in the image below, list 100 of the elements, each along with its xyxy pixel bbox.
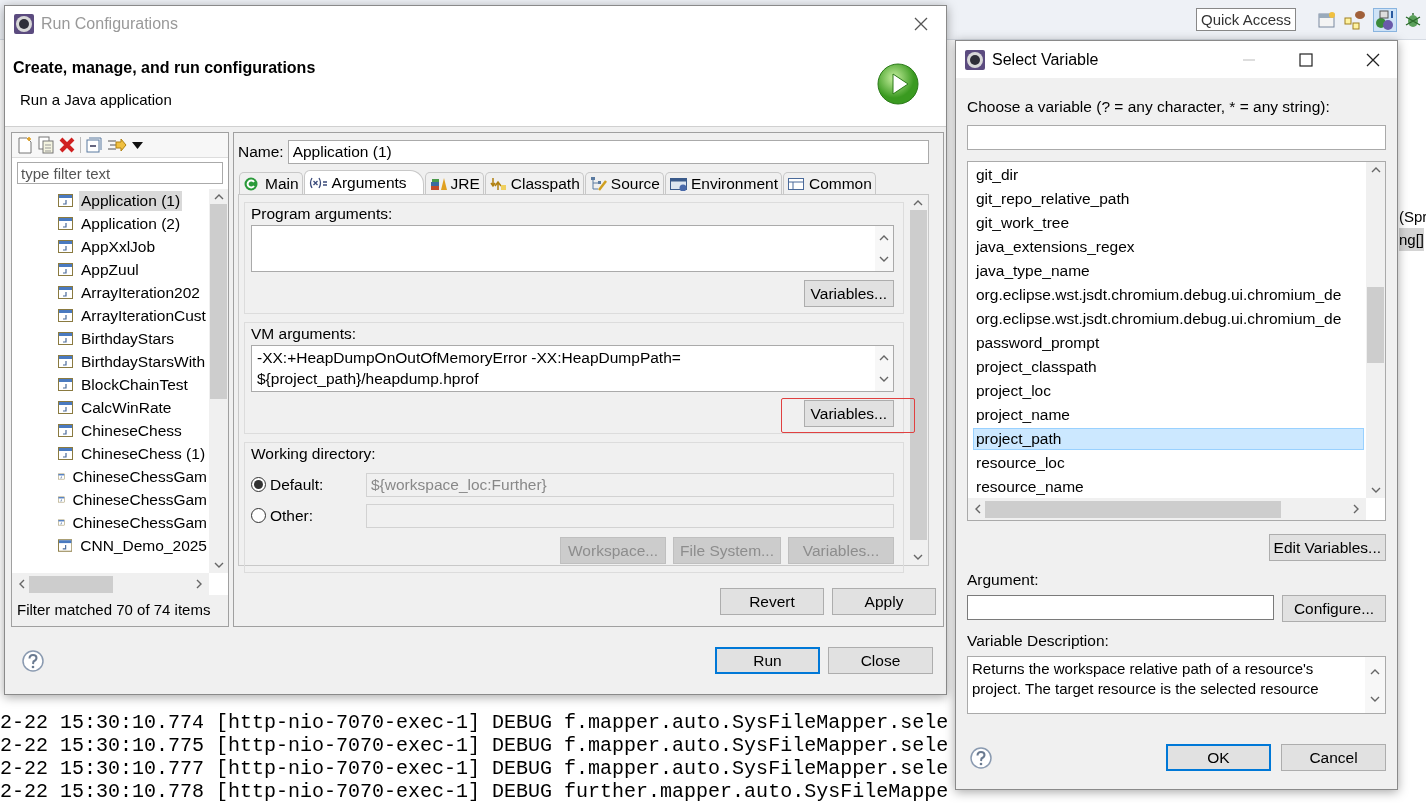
scroll-up-icon xyxy=(1370,667,1380,675)
argument-field[interactable] xyxy=(967,595,1274,620)
tree-item[interactable]: ChineseChessGam xyxy=(70,489,209,510)
scroll-thumb[interactable] xyxy=(1367,287,1384,363)
list-item[interactable]: git_work_tree xyxy=(973,212,1364,234)
console-line: 2-22 15:30:10.778 [http-nio-7070-exec-1] DEBUG further.mapper.auto.SysFileMappe xyxy=(0,780,949,803)
list-item[interactable]: password_prompt xyxy=(973,332,1364,354)
application-icon xyxy=(58,217,73,230)
list-item[interactable]: resource_name xyxy=(973,476,1364,498)
console-line: 2-22 15:30:10.775 [http-nio-7070-exec-1] DEBUG f.mapper.auto.SysFileMapper.sele xyxy=(0,734,949,757)
caret-icon[interactable] xyxy=(132,141,143,149)
list-item[interactable]: git_dir xyxy=(973,164,1364,186)
tab[interactable]: Environment xyxy=(664,172,782,194)
scroll-down-icon xyxy=(879,376,889,384)
list-item[interactable]: java_type_name xyxy=(973,260,1364,282)
dialog-button[interactable]: Run xyxy=(715,647,820,674)
delete-icon[interactable] xyxy=(59,137,75,153)
scroll-right-icon xyxy=(196,579,203,589)
configure-button[interactable]: Configure... xyxy=(1282,595,1386,622)
scroll-thumb[interactable] xyxy=(909,210,927,540)
list-item[interactable]: project_name xyxy=(973,404,1364,426)
list-item[interactable]: project_classpath xyxy=(973,356,1364,378)
scroll-thumb[interactable] xyxy=(29,575,113,593)
scroll-left-icon xyxy=(974,504,981,514)
tree-item[interactable]: BlockChainTest xyxy=(79,374,190,395)
tree-item[interactable]: AppZuul xyxy=(79,259,141,280)
new-file-icon[interactable] xyxy=(17,136,33,154)
bug-icon[interactable] xyxy=(1404,10,1422,29)
scrollbar[interactable] xyxy=(12,573,209,595)
close-icon[interactable] xyxy=(914,16,928,31)
collapse-icon[interactable] xyxy=(86,137,102,153)
table-icon xyxy=(787,176,805,191)
tree-item[interactable]: Application (2) xyxy=(79,213,183,234)
action-button[interactable]: Revert xyxy=(720,588,824,615)
dialog-button[interactable]: Close xyxy=(828,647,933,674)
tree-item[interactable]: ChineseChessGam xyxy=(70,512,209,533)
tree-item[interactable]: CalcWinRate xyxy=(79,397,174,418)
application-icon xyxy=(58,470,65,483)
tree-item[interactable]: ArrayIterationCust xyxy=(79,305,208,326)
gear-icon xyxy=(14,13,34,34)
scrollbar[interactable] xyxy=(968,498,1366,520)
variables-button[interactable]: Variables... xyxy=(803,400,894,427)
variable-filter-field[interactable] xyxy=(967,125,1386,150)
console-line: 2-22 15:30:10.774 [http-nio-7070-exec-1] DEBUG f.mapper.auto.SysFileMapper.sele xyxy=(0,711,949,734)
tree-item[interactable]: ChineseChessGam xyxy=(70,466,209,487)
tab[interactable]: Main xyxy=(239,172,303,194)
hierarchy-icon[interactable] xyxy=(1344,9,1366,30)
tab[interactable]: Arguments xyxy=(303,170,424,194)
tree-item[interactable]: AppXxlJob xyxy=(79,236,158,257)
application-icon xyxy=(58,401,73,414)
scrollbar[interactable] xyxy=(1366,162,1385,498)
tree-item[interactable]: ChineseChess xyxy=(79,420,184,441)
filter-field[interactable]: type filter text xyxy=(17,162,223,184)
application-icon xyxy=(58,539,73,552)
tree-item[interactable]: CNN_Demo_2025 xyxy=(78,535,209,556)
text-area[interactable] xyxy=(251,225,894,272)
dialog-button[interactable]: Cancel xyxy=(1281,744,1386,771)
scroll-thumb[interactable] xyxy=(985,500,1281,518)
tab[interactable]: Source xyxy=(584,172,664,194)
prompt-label: Choose a variable (? = any character, * = any string): xyxy=(967,98,1330,116)
variables-button[interactable]: Variables... xyxy=(803,280,894,307)
list-item[interactable]: java_extensions_regex xyxy=(973,236,1364,258)
dialog-button[interactable]: OK xyxy=(1166,744,1271,771)
play-icon xyxy=(877,62,919,105)
radio-button[interactable] xyxy=(251,477,266,492)
text-area[interactable]: -XX:+HeapDumpOnOutOfMemoryError -XX:HeapDumpPath= ${project_path}/heapdump.hprof xyxy=(251,345,894,392)
filter-icon[interactable] xyxy=(107,136,127,154)
tree-item[interactable]: BirthdayStars xyxy=(79,328,177,349)
tree-item[interactable]: ArrayIteration202 xyxy=(79,282,202,303)
scroll-thumb[interactable] xyxy=(210,204,227,399)
scrollbar[interactable] xyxy=(209,189,228,573)
maximize-icon[interactable] xyxy=(1299,52,1313,67)
list-item[interactable]: resource_loc xyxy=(973,452,1364,474)
list-item[interactable]: git_repo_relative_path xyxy=(973,188,1364,210)
tab[interactable]: Common xyxy=(782,172,876,194)
list-item[interactable]: org.eclipse.wst.jsdt.chromium.debug.ui.chromium_de xyxy=(973,308,1364,330)
application-icon xyxy=(58,332,73,345)
application-icon xyxy=(58,309,73,322)
copy-icon[interactable] xyxy=(38,136,54,154)
tab[interactable]: Classpath xyxy=(484,172,584,194)
list-item[interactable]: project_path xyxy=(973,428,1364,450)
window-icon[interactable] xyxy=(1318,10,1336,29)
list-item[interactable]: org.eclipse.wst.jsdt.chromium.debug.ui.chromium_de xyxy=(973,284,1364,306)
help-icon[interactable] xyxy=(970,746,992,769)
tree-item[interactable]: ChineseChess (1) xyxy=(79,443,208,464)
tab[interactable]: JRE xyxy=(424,172,484,194)
scroll-down-icon xyxy=(879,256,889,264)
edit-variables-button[interactable]: Edit Variables... xyxy=(1268,534,1386,561)
radio-button[interactable] xyxy=(251,508,266,523)
tree-item[interactable]: Application (1) xyxy=(79,190,183,211)
help-icon[interactable] xyxy=(22,649,44,672)
list-item[interactable]: project_loc xyxy=(973,380,1364,402)
action-button[interactable]: Apply xyxy=(832,588,936,615)
name-field[interactable]: Application (1) xyxy=(287,140,929,164)
application-icon xyxy=(58,516,65,529)
tree-item[interactable]: BirthdayStarsWith xyxy=(79,351,208,372)
quick-access-field[interactable]: Quick Access xyxy=(1195,8,1296,31)
close-icon[interactable] xyxy=(1366,52,1380,67)
console-line: 2-22 15:30:10.777 [http-nio-7070-exec-1] DEBUG f.mapper.auto.SysFileMapper.sele xyxy=(0,757,949,780)
perspective-icon[interactable] xyxy=(1374,8,1396,31)
